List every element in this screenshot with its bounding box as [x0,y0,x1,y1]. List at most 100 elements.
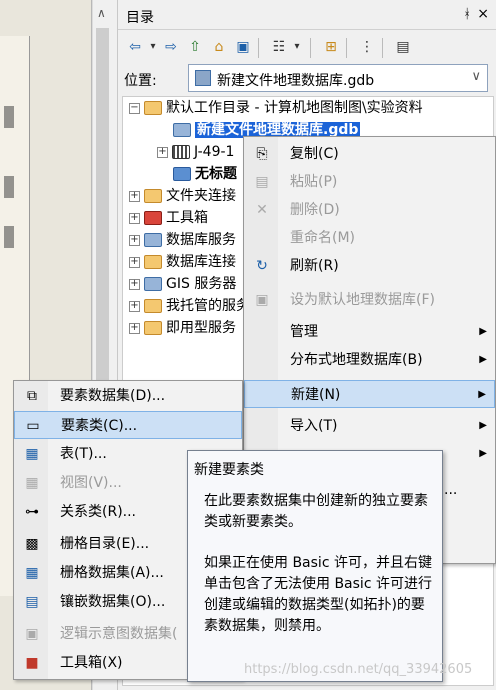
map-label-mark [4,106,14,128]
tree-item-label: 数据库服务 [166,232,236,248]
toolbar-separator [310,38,311,58]
table-icon: ▦ [25,446,39,462]
menu-item-new[interactable]: 新建(N) ▶ [244,380,495,408]
gis-server-icon [144,277,162,291]
tree-item-database-connections[interactable]: + 数据库连接 [129,251,236,273]
tree-item-label: 我托管的服务 [166,298,250,314]
schematic-icon: ▣ [25,626,39,642]
up-level-icon[interactable]: ⇧ [186,38,204,56]
raster-icon [172,145,190,159]
tree-item-toolboxes[interactable]: + 工具箱 [129,207,208,229]
tree-item-ready-services[interactable]: + 即用型服务 [129,317,236,339]
submenu-arrow-icon: ▶ [479,354,487,365]
close-icon[interactable]: × [477,6,489,22]
tooltip: 新建要素类 在此要素数据集中创建新的独立要素类或新要素类。 如果正在使用 Bas… [187,450,443,682]
chevron-down-icon[interactable]: ∨ [471,69,481,84]
tree-item-label: 工具箱 [166,210,208,226]
map-document-icon [173,167,191,181]
toolbar-separator [346,38,347,58]
relationship-icon: ⊶ [25,504,39,520]
expand-icon[interactable]: + [129,300,140,312]
toolbar-separator [258,38,259,58]
tree-item-label: 数据库连接 [166,254,236,270]
view-table-icon: ▦ [25,475,39,491]
geodatabase-icon [173,123,191,137]
expand-icon[interactable]: + [129,278,140,290]
location-combobox[interactable]: 新建文件地理数据库.gdb ∨ [188,64,488,92]
metadata-icon[interactable]: ▤ [394,38,412,56]
collapse-icon[interactable]: − [129,102,140,114]
options-icon[interactable]: ⋮ [358,38,376,56]
catalog-title: 目录 [126,10,154,26]
expand-icon[interactable]: + [129,256,140,268]
home-icon[interactable]: ⌂ [210,38,228,56]
map-label-mark [4,226,14,248]
menu-item-set-default-gdb: ▣ 设为默认地理数据库(F) [255,292,435,308]
tree-item-gis-servers[interactable]: + GIS 服务器 [129,273,236,295]
folder-icon [144,189,162,203]
submenu-arrow-icon: ▶ [478,389,486,400]
refresh-icon: ↻ [256,258,268,274]
submenu-arrow-icon: ▶ [479,448,487,459]
copy-icon: ⎘ [256,146,268,162]
raster-catalog-icon: ▩ [25,536,39,552]
forward-icon[interactable]: ⇨ [162,38,180,56]
tree-item-j49[interactable]: + J-49-1 [157,141,234,163]
database-server-icon [144,233,162,247]
scroll-up-icon[interactable]: ∧ [97,6,106,20]
tree-item-database-servers[interactable]: + 数据库服务 [129,229,236,251]
menu-item-import[interactable]: 导入(T) ▶ [244,412,495,440]
default-gdb-icon: ▣ [255,292,269,308]
menu-item-paste: ▤ 粘贴(P) [255,174,338,190]
catalog-titlebar: 目录 ᚼ × [118,0,496,30]
watermark: https://blog.csdn.net/qq_33942605 [244,662,473,677]
view-icon[interactable]: ☷ [270,38,288,56]
delete-icon: ✕ [256,202,268,218]
pin-icon[interactable]: ᚼ [463,7,471,22]
menu-item-feature-dataset[interactable]: ⧉ 要素数据集(D)... [14,382,242,410]
location-value: 新建文件地理数据库.gdb [217,73,375,89]
expand-icon[interactable]: + [129,234,140,246]
feature-class-icon: ▭ [26,418,40,434]
menu-item-refresh[interactable]: ↻ 刷新(R) [244,252,495,280]
menu-item-copy[interactable]: ⎘ 复制(C) [244,140,495,168]
submenu-arrow-icon: ▶ [479,326,487,337]
menu-item-delete: ✕ 删除(D) [244,196,495,224]
back-dropdown-icon[interactable]: ▾ [144,38,162,56]
menu-item-manage[interactable]: 管理 ▶ [244,318,495,346]
toolbox-icon [144,211,162,225]
tree-item-my-hosted-services[interactable]: + 我托管的服务 [129,295,250,317]
database-connection-icon [144,255,162,269]
catalog-toolbar: ⇦ ▾ ⇨ ⇧ ⌂ ▣ ☷ ▾ ⊞ ⋮ ▤ [118,32,496,62]
ready-services-icon [144,321,162,335]
tree-item-label: 默认工作目录 - 计算机地图制图\实验资料 [166,100,423,116]
folder-icon [144,101,162,115]
expand-icon[interactable]: + [157,146,168,158]
mosaic-dataset-icon: ▤ [25,594,39,610]
expand-icon[interactable]: + [129,322,140,334]
new-folder-icon[interactable]: ⊞ [322,38,340,56]
menu-item-distributed-gdb[interactable]: 分布式地理数据库(B) ▶ [244,346,495,374]
submenu-arrow-icon: ▶ [479,420,487,431]
geodatabase-icon [195,70,211,86]
tree-item-root[interactable]: − 默认工作目录 - 计算机地图制图\实验资料 [129,97,423,119]
map-label-mark [4,176,14,198]
menu-item-feature-class[interactable]: ▭ 要素类(C)... [14,411,242,439]
tree-item-label: 文件夹连接 [166,188,236,204]
tooltip-title: 新建要素类 [194,462,264,478]
toolbar-separator [382,38,383,58]
tree-item-folder-connections[interactable]: + 文件夹连接 [129,185,236,207]
tree-item-label: J-49-1 [194,144,235,160]
tree-item-untitled[interactable]: 无标题 [173,163,237,185]
expand-icon[interactable]: + [129,190,140,202]
feature-dataset-icon: ⧉ [27,388,37,404]
expand-icon[interactable]: + [129,212,140,224]
tooltip-description: 在此要素数据集中创建新的独立要素类或新要素类。 [204,493,428,530]
tree-item-label: 即用型服务 [166,320,236,336]
view-dropdown-icon[interactable]: ▾ [288,38,306,56]
menu-item-rename: 重命名(M) [290,230,356,246]
toolbox-icon: ■ [25,655,39,671]
hosted-services-icon [144,299,162,313]
back-icon[interactable]: ⇦ [126,38,144,56]
connect-folder-icon[interactable]: ▣ [234,38,252,56]
